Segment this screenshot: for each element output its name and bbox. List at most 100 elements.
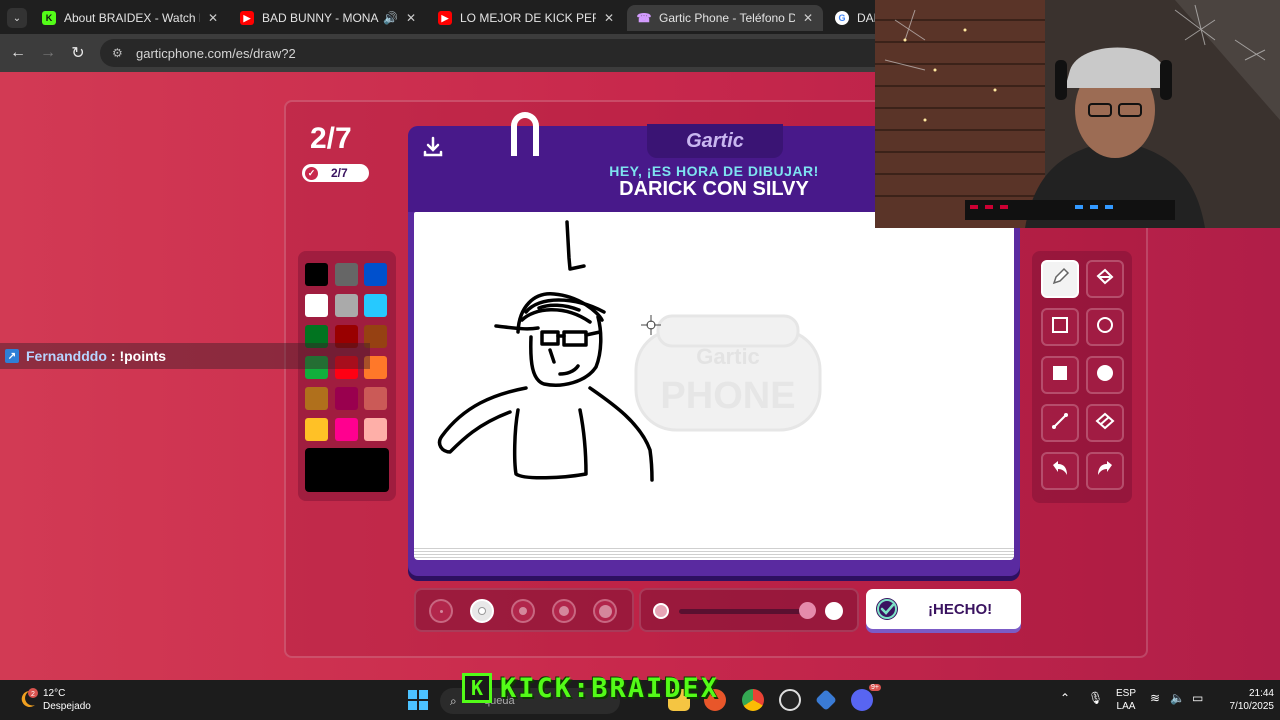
ellipse-filled-icon (1095, 363, 1115, 388)
chat-text: : !points (110, 348, 167, 364)
color-swatch[interactable] (335, 263, 358, 286)
kick-icon: K (42, 11, 56, 25)
app-icon[interactable] (815, 689, 837, 711)
eraser-tool-button[interactable] (1086, 404, 1124, 442)
color-swatch[interactable] (305, 294, 328, 317)
brush-size-2[interactable] (470, 599, 494, 623)
rect-filled-tool-button[interactable] (1041, 356, 1079, 394)
opacity-slider-panel (639, 588, 859, 632)
line-tool-button[interactable] (1041, 404, 1079, 442)
reload-icon[interactable]: ↻ (67, 42, 89, 64)
tray-chevron-icon[interactable]: ⌃ (1060, 692, 1070, 705)
current-color-preview (305, 448, 389, 492)
youtube-icon: ▶ (240, 11, 254, 25)
brush-size-panel (414, 588, 634, 632)
opacity-thumb[interactable] (799, 602, 816, 619)
weather-widget[interactable]: 12°C Despejado (43, 687, 91, 713)
discord-icon[interactable]: 9+ (851, 684, 881, 711)
weather-badge: 2 (31, 691, 35, 698)
color-swatch[interactable] (335, 418, 358, 441)
tab-braidex[interactable]: K About BRAIDEX - Watch Live on ✕ (32, 5, 228, 31)
rect-outline-tool-button[interactable] (1041, 308, 1079, 346)
obs-icon[interactable] (779, 689, 801, 711)
lang-bottom: LAA (1116, 701, 1136, 712)
windows-start-icon[interactable] (408, 690, 428, 710)
microphone-icon[interactable]: 🎙 (1088, 692, 1103, 705)
kick-brand-text: KICK:BRAIDEX (500, 672, 720, 704)
opacity-track[interactable] (679, 609, 809, 614)
webcam-overlay (875, 0, 1280, 228)
color-swatch[interactable] (305, 387, 328, 410)
close-tab-icon[interactable]: ✕ (208, 11, 218, 25)
pencil-tool-button[interactable] (1041, 260, 1079, 298)
tab-search-button[interactable]: ⌄ (7, 8, 27, 28)
brush-size-1[interactable] (429, 599, 453, 623)
tab-title: DAR (857, 11, 875, 25)
tab-title: About BRAIDEX - Watch Live on (64, 11, 200, 25)
kick-brand-overlay: K KICK:BRAIDEX (462, 670, 780, 706)
rect-filled-icon (1050, 363, 1070, 388)
rect-outline-icon (1050, 315, 1070, 340)
address-bar[interactable]: ⚙ garticphone.com/es/draw?2 (100, 39, 890, 67)
color-swatch[interactable] (364, 263, 387, 286)
tab-kick-peru[interactable]: ▶ LO MEJOR DE KICK PERÚ #14 | ✕ (428, 5, 624, 31)
redo-tool-button[interactable] (1086, 452, 1124, 490)
weather-moon-icon[interactable]: 2 (16, 688, 38, 710)
chat-username: Fernandddo (26, 348, 107, 364)
clock[interactable]: 21:44 7/10/2025 (1214, 687, 1275, 713)
download-icon[interactable] (420, 134, 446, 160)
gartic-logo: Gartic (647, 124, 783, 158)
kick-logo-icon: K (462, 673, 492, 703)
brush-size-4[interactable] (552, 599, 576, 623)
undo-icon (1050, 459, 1070, 484)
color-swatch[interactable] (305, 263, 328, 286)
lang-top: ESP (1116, 688, 1137, 699)
line-icon (1050, 411, 1070, 436)
site-info-icon[interactable]: ⚙ (112, 46, 126, 60)
round-pill: ✓ 2/7 (302, 164, 369, 182)
google-icon: G (835, 11, 849, 25)
paper-edge (414, 546, 1014, 560)
language-indicator[interactable]: ESP LAA (1116, 687, 1136, 713)
user-drawing (437, 220, 661, 482)
tab-bad-bunny[interactable]: ▶ BAD BUNNY - MONACO (O 🔊 ✕ (230, 5, 426, 31)
color-swatch[interactable] (364, 418, 387, 441)
back-icon[interactable]: ← (7, 42, 29, 64)
tab-title: Gartic Phone - Teléfono Descon (659, 11, 795, 25)
color-swatch[interactable] (364, 294, 387, 317)
temperature: 12°C (43, 688, 66, 699)
clock-date: 7/10/2025 (1229, 701, 1275, 712)
ellipse-outline-tool-button[interactable] (1086, 308, 1124, 346)
tab-title: LO MEJOR DE KICK PERÚ #14 | (460, 11, 596, 25)
color-swatch[interactable] (364, 387, 387, 410)
ellipse-filled-tool-button[interactable] (1086, 356, 1124, 394)
bucket-tool-button[interactable] (1086, 260, 1124, 298)
round-counter: 2/7 (310, 122, 352, 155)
close-tab-icon[interactable]: ✕ (406, 11, 416, 25)
brush-size-5[interactable] (593, 599, 617, 623)
url-text: garticphone.com/es/draw?2 (136, 45, 296, 61)
tab-gartic-phone[interactable]: ☎ Gartic Phone - Teléfono Descon ✕ (627, 5, 823, 31)
pencil-icon (1050, 267, 1070, 292)
battery-icon[interactable]: ▭ (1192, 692, 1203, 705)
color-swatch[interactable] (335, 387, 358, 410)
close-tab-icon[interactable]: ✕ (604, 11, 614, 25)
done-button[interactable]: ¡HECHO! (866, 589, 1021, 629)
opacity-max-dot (825, 602, 843, 620)
youtube-icon: ▶ (438, 11, 452, 25)
forward-icon[interactable]: → (37, 42, 59, 64)
color-swatch[interactable] (305, 418, 328, 441)
done-label: ¡HECHO! (928, 600, 993, 618)
color-swatch[interactable] (335, 294, 358, 317)
brush-size-3[interactable] (511, 599, 535, 623)
close-tab-icon[interactable]: ✕ (803, 11, 813, 25)
undo-tool-button[interactable] (1041, 452, 1079, 490)
volume-icon[interactable]: 🔈 (1170, 692, 1185, 705)
wifi-icon[interactable]: ≋ (1150, 692, 1160, 705)
speaker-icon[interactable]: 🔊 (383, 11, 398, 25)
stream-chat-message: ↗ Fernandddo : !points (0, 343, 370, 369)
ellipse-outline-icon (1095, 315, 1115, 340)
bucket-icon (1095, 267, 1115, 292)
clock-time: 21:44 (1248, 688, 1274, 699)
drawing-canvas[interactable]: Gartic PHONE (414, 212, 1014, 548)
